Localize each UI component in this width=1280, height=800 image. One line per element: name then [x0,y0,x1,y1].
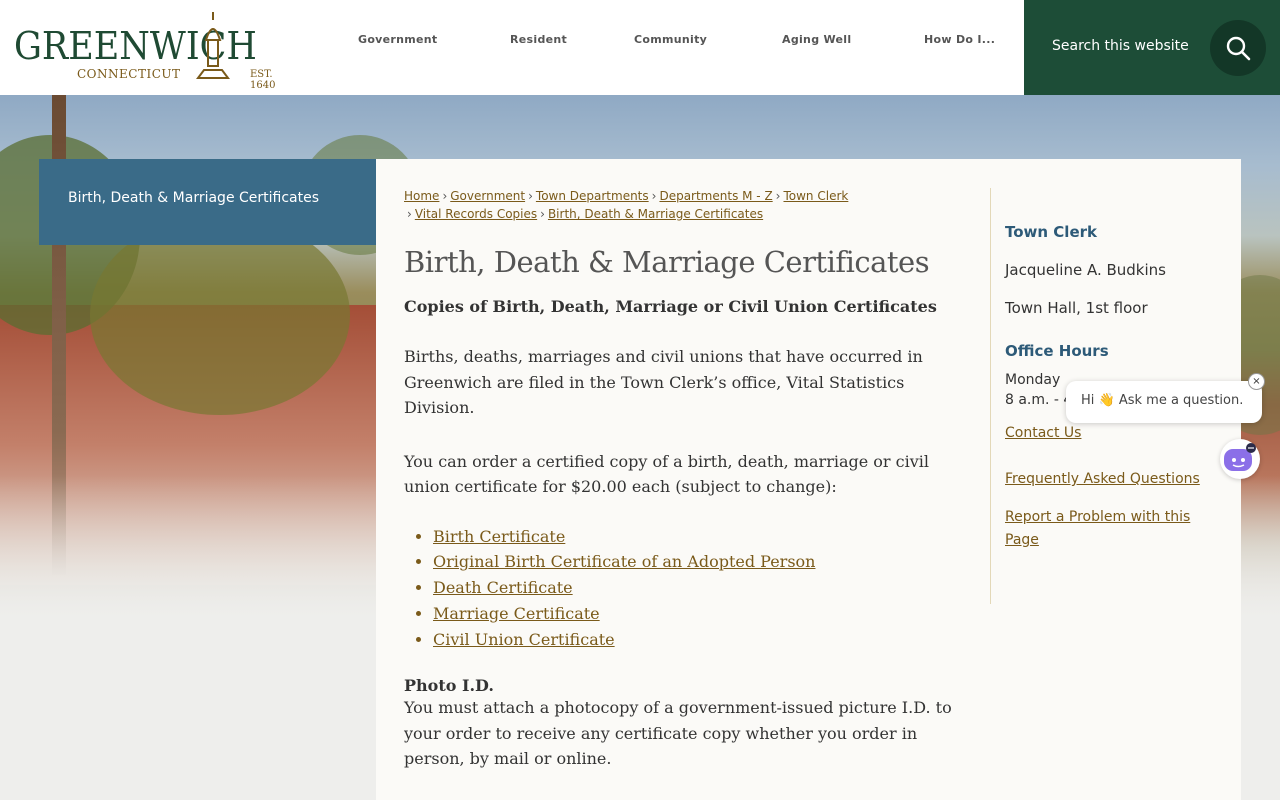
breadcrumb-government[interactable]: Government [450,189,525,203]
list-item: Marriage Certificate [433,601,964,627]
civil-union-certificate-link[interactable]: Civil Union Certificate [433,630,615,649]
breadcrumb-town-departments[interactable]: Town Departments [536,189,649,203]
chat-bubble[interactable]: Hi 👋 Ask me a question. [1066,381,1262,423]
breadcrumb-current[interactable]: Birth, Death & Marriage Certificates [548,207,763,221]
list-item: Original Birth Certificate of an Adopted… [433,549,964,575]
nav-how-do-i[interactable]: How Do I... [924,33,995,46]
death-certificate-link[interactable]: Death Certificate [433,578,573,597]
column-divider [990,188,991,604]
logo-est: EST. 1640 [250,69,276,91]
report-problem-link[interactable]: Report a Problem with this Page [1005,506,1225,552]
chat-message: Hi 👋 Ask me a question. [1081,393,1244,408]
main-content: Home › Government › Town Departments › Departm… [404,187,964,772]
adopted-birth-certificate-link[interactable]: Original Birth Certificate of an Adopted… [433,552,815,571]
marriage-certificate-link[interactable]: Marriage Certificate [433,604,600,623]
greenwich-logo[interactable]: GREENWICH CONNECTICUT EST. 1640 [14,12,298,91]
search-button[interactable] [1210,20,1266,76]
content-panel: Home › Government › Town Departments › Departm… [376,159,1241,800]
order-paragraph: You can order a certified copy of a birt… [404,451,930,497]
clerk-name: Jacqueline A. Budkins [1005,261,1166,279]
site-header: GREENWICH CONNECTICUT EST. 1640 Governme… [0,0,1280,95]
breadcrumb-home[interactable]: Home [404,189,439,203]
chat-bot-button[interactable] [1220,439,1260,479]
page-title: Birth, Death & Marriage Certificates [404,245,930,279]
list-item: Death Certificate [433,575,964,601]
breadcrumb-vital-records[interactable]: Vital Records Copies [415,207,537,221]
main-nav: Government Resident Community Aging Well… [330,0,1020,80]
background-tree [90,215,350,415]
breadcrumb-town-clerk[interactable]: Town Clerk [783,189,848,203]
photo-id-heading: Photo I.D. [404,676,494,696]
faq-link[interactable]: Frequently Asked Questions [1005,468,1225,491]
list-item: Birth Certificate [433,524,964,550]
nav-resident[interactable]: Resident [510,33,567,46]
birth-certificate-link[interactable]: Birth Certificate [433,527,565,546]
list-item: Civil Union Certificate [433,627,964,653]
breadcrumb: Home › Government › Town Departments › Departm… [404,189,849,221]
logo-subtitle: CONNECTICUT [77,67,181,81]
dept-heading: Town Clerk [1005,223,1097,241]
nav-government[interactable]: Government [358,33,437,46]
nav-aging-well[interactable]: Aging Well [782,33,851,46]
chat-close-button[interactable]: × [1248,373,1265,390]
contact-us-link[interactable]: Contact Us [1005,422,1225,445]
intro-paragraph: Births, deaths, marriages and civil unio… [404,347,923,417]
section-title: Birth, Death & Marriage Certificates [68,190,320,206]
chatbot-icon [1224,443,1256,471]
certificate-list: Birth Certificate Original Birth Certifi… [433,524,964,653]
section-title-box: Birth, Death & Marriage Certificates [39,159,376,245]
dome-icon [196,12,230,79]
search-input[interactable]: Search this website [1052,38,1189,54]
nav-community[interactable]: Community [634,33,707,46]
search-box: Search this website [1024,0,1280,95]
office-hours-heading: Office Hours [1005,342,1109,360]
search-icon [1226,36,1251,61]
clerk-location: Town Hall, 1st floor [1005,299,1148,317]
photo-id-text: You must attach a photocopy of a governm… [404,698,952,769]
page-subheading: Copies of Birth, Death, Marriage or Civi… [404,297,937,316]
breadcrumb-departments-m-z[interactable]: Departments M - Z [659,189,772,203]
